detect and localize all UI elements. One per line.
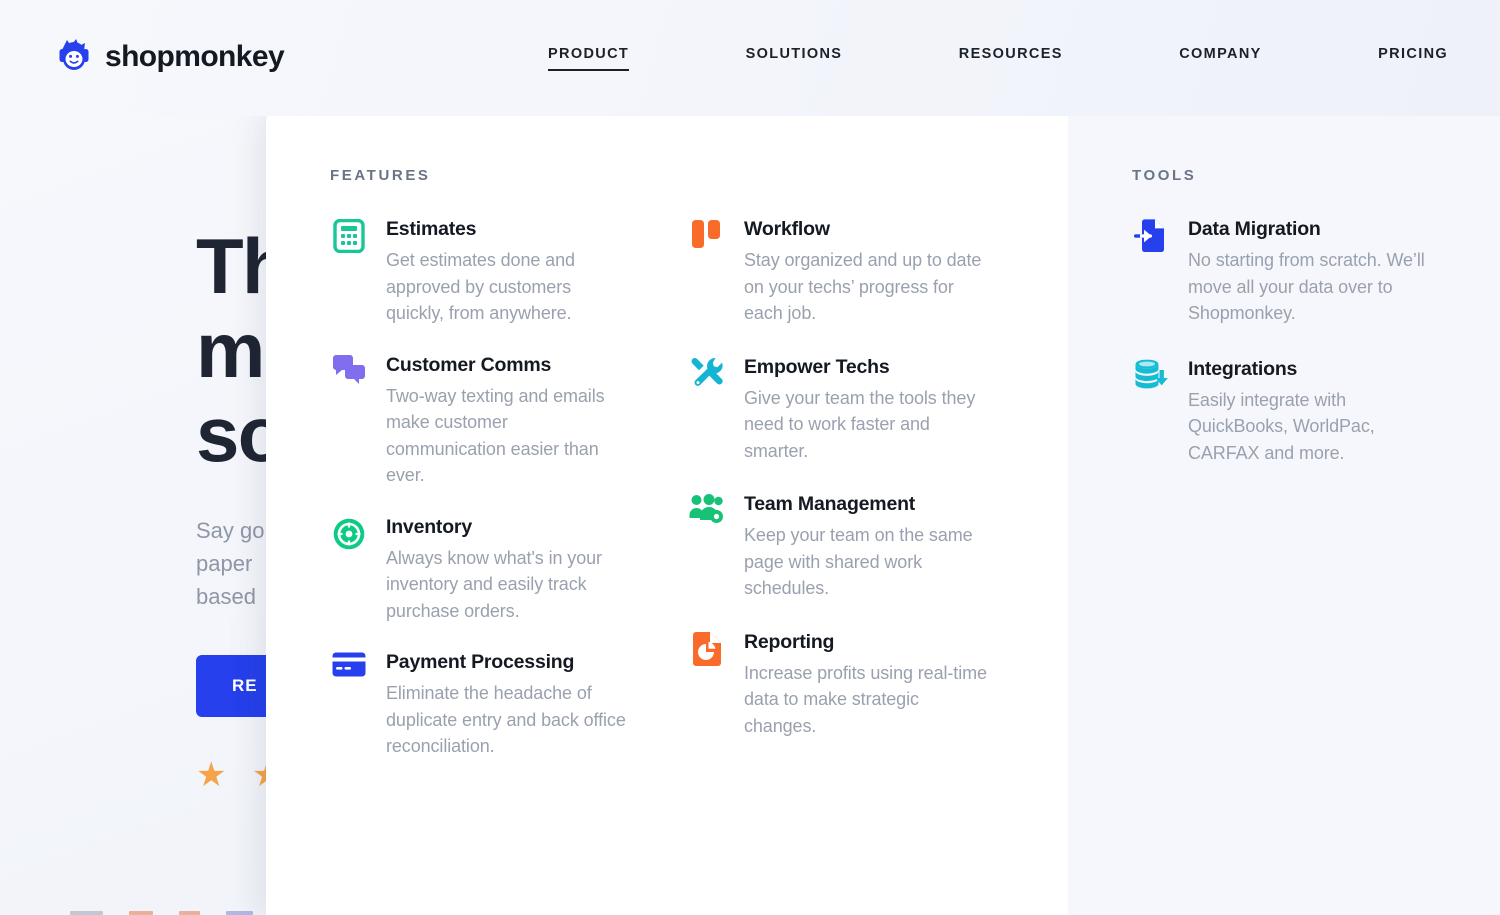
menu-item-desc: Get estimates done and approved by custo…: [386, 250, 575, 323]
kanban-columns-icon: [688, 217, 726, 259]
menu-item-desc: Two-way texting and emails make customer…: [386, 385, 605, 486]
main-navigation: PRODUCT SOLUTIONS RESOURCES COMPANY PRIC…: [548, 46, 1448, 71]
menu-item-team-management[interactable]: Team Management Keep your team on the sa…: [688, 492, 990, 602]
menu-item-title: Integrations: [1188, 357, 1298, 380]
menu-item-reporting[interactable]: Reporting Increase profits using real-ti…: [688, 630, 990, 740]
menu-item-title: Team Management: [744, 493, 916, 515]
calculator-icon: [330, 217, 368, 259]
chat-bubbles-icon: [330, 353, 368, 395]
menu-item-estimates[interactable]: Estimates Get estimates done and approve…: [330, 217, 632, 327]
menu-item-desc: Increase profits using real-time data to…: [744, 662, 987, 736]
menu-item-title: Data Migration: [1188, 218, 1321, 240]
monkey-logo-icon: [56, 37, 92, 77]
tools-column: Data Migration No starting from scratch.…: [1132, 217, 1432, 466]
menu-item-workflow[interactable]: Workflow Stay organized and up to date o…: [688, 217, 990, 327]
menu-item-integrations[interactable]: Integrations Easily integrate with Quick…: [1132, 357, 1432, 467]
menu-item-title: Payment Processing: [386, 651, 575, 673]
nav-item-solutions[interactable]: SOLUTIONS: [746, 46, 843, 71]
menu-item-desc: Keep your team on the same page with sha…: [744, 525, 973, 598]
menu-item-title: Customer Comms: [386, 353, 552, 376]
menu-item-title: Workflow: [744, 218, 830, 240]
menu-item-title: Reporting: [744, 630, 835, 653]
menu-item-title: Empower Techs: [744, 355, 890, 378]
menu-item-title: Estimates: [386, 218, 477, 240]
menu-item-desc: Eliminate the headache of duplicate entr…: [386, 683, 626, 756]
features-column-left: Estimates Get estimates done and approve…: [330, 217, 632, 786]
credit-card-icon: [330, 650, 368, 692]
nav-item-company[interactable]: COMPANY: [1179, 46, 1262, 71]
features-column-right: Workflow Stay organized and up to date o…: [688, 217, 990, 786]
product-mega-menu: FEATURES Estimates Get estimates done an…: [266, 105, 1500, 915]
nav-item-product[interactable]: PRODUCT: [548, 46, 630, 71]
menu-item-desc: Easily integrate with QuickBooks, WorldP…: [1188, 389, 1375, 463]
menu-item-empower-techs[interactable]: Empower Techs Give your team the tools t…: [688, 355, 990, 465]
page-root: Th m so Say go paper based RE ★ ★ shopmo…: [0, 0, 1500, 915]
database-download-icon: [1132, 357, 1170, 399]
nav-item-resources[interactable]: RESOURCES: [959, 46, 1063, 71]
tire-wheel-icon: [330, 515, 368, 557]
menu-item-payment-processing[interactable]: Payment Processing Eliminate the headach…: [330, 650, 632, 760]
menu-item-desc: Always know what's in your inventory and…: [386, 547, 602, 621]
brand-logo[interactable]: shopmonkey: [56, 37, 285, 77]
menu-item-customer-comms[interactable]: Customer Comms Two-way texting and email…: [330, 353, 632, 489]
menu-item-desc: Give your team the tools they need to wo…: [744, 387, 976, 461]
tools-section-label: TOOLS: [1132, 167, 1197, 184]
features-panel: FEATURES Estimates Get estimates done an…: [266, 105, 1068, 915]
site-header: shopmonkey PRODUCT SOLUTIONS RESOURCES C…: [0, 0, 1500, 116]
document-import-arrow-icon: [1132, 217, 1170, 259]
menu-item-desc: No starting from scratch. We’ll move all…: [1188, 250, 1425, 323]
wrench-screwdriver-icon: [688, 355, 726, 397]
menu-item-title: Inventory: [386, 515, 472, 538]
brand-wordmark: shopmonkey: [105, 40, 285, 73]
menu-item-inventory[interactable]: Inventory Always know what's in your inv…: [330, 515, 632, 625]
menu-item-data-migration[interactable]: Data Migration No starting from scratch.…: [1132, 217, 1432, 327]
nav-item-pricing[interactable]: PRICING: [1378, 46, 1448, 71]
tools-panel: TOOLS Data Migration No starting from sc…: [1068, 105, 1500, 915]
team-gear-icon: [688, 492, 726, 534]
features-section-label: FEATURES: [330, 167, 431, 184]
menu-item-desc: Stay organized and up to date on your te…: [744, 250, 982, 323]
report-pie-document-icon: [688, 630, 726, 672]
